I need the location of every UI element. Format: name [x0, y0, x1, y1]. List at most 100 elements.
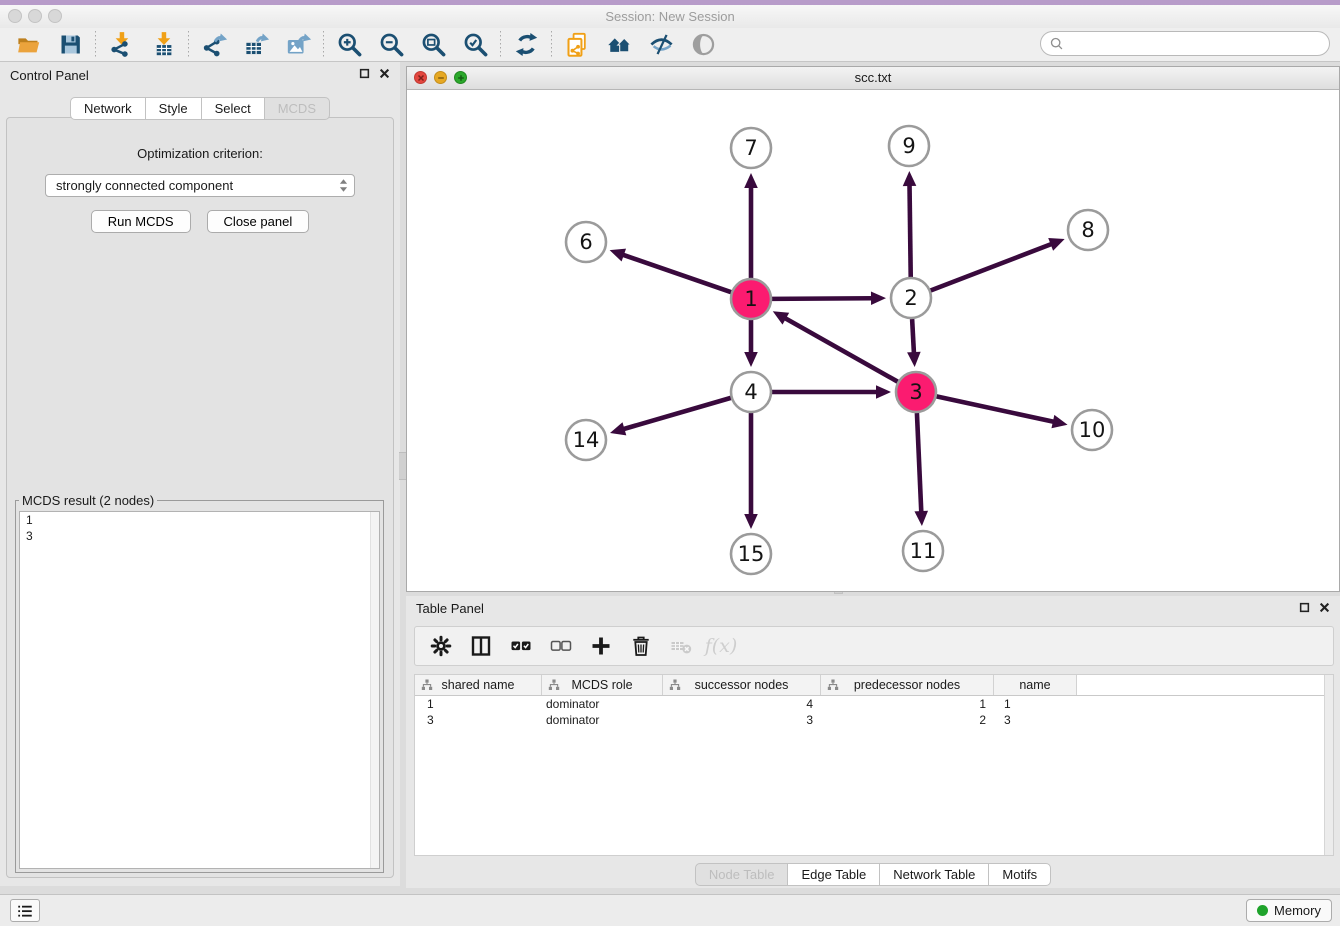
edge-4-14[interactable]	[622, 398, 730, 430]
close-panel-button[interactable]: Close panel	[207, 210, 310, 233]
app-title: Session: New Session	[0, 9, 1340, 24]
zoom-in-icon[interactable]	[334, 31, 364, 59]
edge-arrowhead	[903, 171, 917, 186]
split-panel-icon[interactable]	[467, 632, 495, 660]
search-icon	[1049, 36, 1064, 51]
save-session-icon[interactable]	[55, 31, 85, 59]
edge-1-6[interactable]	[622, 254, 731, 292]
network-view-window: scc.txt 7968124314101511	[406, 66, 1340, 592]
criterion-value: strongly connected component	[56, 178, 339, 193]
tab-edge-table[interactable]: Edge Table	[787, 863, 880, 886]
table-row[interactable]: 3dominator323	[415, 712, 1333, 728]
memory-button[interactable]: Memory	[1246, 899, 1332, 922]
edge-arrowhead	[876, 385, 891, 399]
table-settings-icon[interactable]	[427, 632, 455, 660]
edge-3-11[interactable]	[917, 413, 921, 513]
status-bar: Memory	[0, 894, 1340, 926]
deselect-all-icon[interactable]	[547, 632, 575, 660]
table-row[interactable]: 1dominator411	[415, 696, 1333, 712]
function-builder-icon[interactable]: f(x)	[707, 632, 735, 660]
mcds-result-lines: 13	[20, 512, 379, 544]
table-panel-restore-icon[interactable]	[1298, 601, 1310, 613]
tab-select[interactable]: Select	[201, 97, 265, 120]
table-cell: 3	[663, 713, 821, 727]
show-details-icon[interactable]	[688, 31, 718, 59]
edge-arrowhead	[1051, 415, 1067, 428]
tab-style[interactable]: Style	[145, 97, 202, 120]
run-mcds-button[interactable]: Run MCDS	[91, 210, 191, 233]
open-session-icon[interactable]	[13, 31, 43, 59]
table-cell: dominator	[542, 713, 663, 727]
table-panel-title: Table Panel	[416, 601, 484, 616]
mcds-result-list[interactable]: 13	[19, 511, 380, 869]
style-preview-icon[interactable]	[646, 31, 676, 59]
control-panel: Control Panel NetworkStyleSelectMCDS Opt…	[0, 62, 400, 886]
import-network-icon[interactable]	[106, 31, 136, 59]
result-scrollbar[interactable]	[370, 512, 379, 868]
search-input[interactable]	[1064, 34, 1329, 54]
edge-arrowhead	[744, 352, 758, 367]
export-table-icon[interactable]	[241, 31, 271, 59]
column-header-name[interactable]: name	[994, 675, 1077, 695]
tab-motifs[interactable]: Motifs	[988, 863, 1051, 886]
refresh-icon[interactable]	[511, 31, 541, 59]
import-table-icon[interactable]	[148, 31, 178, 59]
table-cell: 3	[415, 713, 542, 727]
search-box[interactable]	[1040, 31, 1330, 56]
edge-arrowhead	[744, 514, 758, 529]
criterion-dropdown[interactable]: strongly connected component	[45, 174, 355, 197]
zoom-fit-icon[interactable]	[418, 31, 448, 59]
tab-network-table[interactable]: Network Table	[879, 863, 989, 886]
toolbar-separator	[95, 31, 96, 59]
vertical-splitter-grip[interactable]	[399, 452, 406, 480]
export-image-icon[interactable]	[283, 31, 313, 59]
task-history-button[interactable]	[10, 899, 40, 922]
column-type-icon	[669, 679, 681, 691]
table-tabs: Node TableEdge TableNetwork TableMotifs	[406, 863, 1340, 886]
column-header-predecessor-nodes[interactable]: predecessor nodes	[821, 675, 994, 695]
node-label-2: 2	[904, 286, 917, 310]
mcds-result-node: 3	[20, 528, 379, 544]
table-scrollbar[interactable]	[1324, 675, 1333, 855]
table-cell: 1	[994, 697, 1077, 711]
delete-column-icon[interactable]	[627, 632, 655, 660]
table-cell: 2	[821, 713, 994, 727]
control-panel-title: Control Panel	[10, 68, 89, 83]
edge-arrowhead	[610, 249, 626, 262]
tab-mcds[interactable]: MCDS	[264, 97, 330, 120]
table-panel: Table Panel f(x) shared nameMCDS rolesuc…	[406, 596, 1340, 888]
edge-3-1[interactable]	[784, 318, 898, 382]
tab-node-table[interactable]: Node Table	[695, 863, 789, 886]
network-canvas[interactable]: 7968124314101511	[407, 90, 1339, 593]
node-label-10: 10	[1079, 418, 1106, 442]
tab-network[interactable]: Network	[70, 97, 146, 120]
edge-3-10[interactable]	[937, 396, 1055, 422]
control-panel-tabs: NetworkStyleSelectMCDS	[0, 97, 400, 120]
node-table[interactable]: shared nameMCDS rolesuccessor nodesprede…	[414, 674, 1334, 856]
edge-2-3[interactable]	[912, 319, 914, 354]
control-panel-close-icon[interactable]	[378, 67, 390, 79]
toolbar-separator	[551, 31, 552, 59]
column-header-shared-name[interactable]: shared name	[415, 675, 542, 695]
export-network-icon[interactable]	[199, 31, 229, 59]
edge-2-9[interactable]	[910, 184, 911, 277]
column-header-successor-nodes[interactable]: successor nodes	[663, 675, 821, 695]
select-all-icon[interactable]	[507, 632, 535, 660]
zoom-selected-icon[interactable]	[460, 31, 490, 59]
table-cell: 3	[994, 713, 1077, 727]
home-layout-icon[interactable]	[604, 31, 634, 59]
edge-1-2[interactable]	[772, 298, 873, 299]
node-label-4: 4	[744, 380, 757, 404]
table-cell: 1	[821, 697, 994, 711]
destroy-table-icon[interactable]	[667, 632, 695, 660]
column-label: name	[1019, 678, 1050, 692]
add-column-icon[interactable]	[587, 632, 615, 660]
clone-network-icon[interactable]	[562, 31, 592, 59]
edge-2-8[interactable]	[931, 244, 1053, 291]
control-panel-restore-icon[interactable]	[358, 67, 370, 79]
toolbar-separator	[323, 31, 324, 59]
zoom-out-icon[interactable]	[376, 31, 406, 59]
dropdown-stepper-icon	[339, 178, 348, 193]
column-header-mcds-role[interactable]: MCDS role	[542, 675, 663, 695]
table-panel-close-icon[interactable]	[1318, 601, 1330, 613]
